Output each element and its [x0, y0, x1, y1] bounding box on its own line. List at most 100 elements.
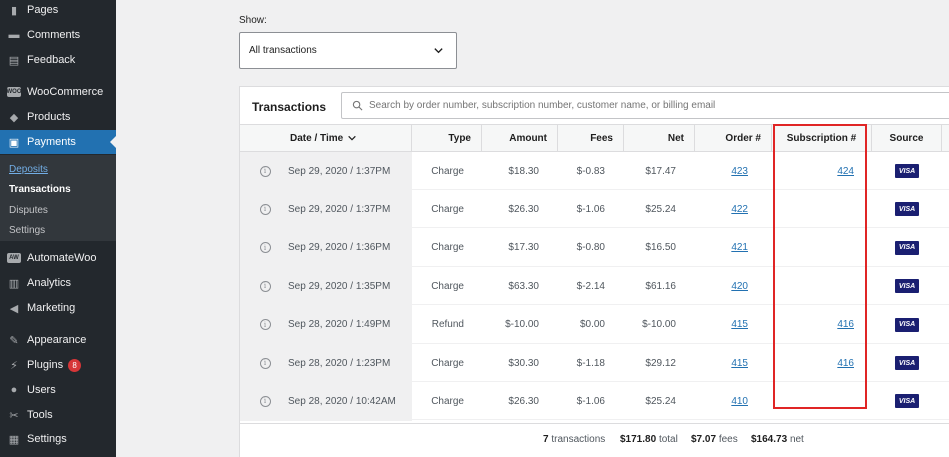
sidebar-item-woocommerce[interactable]: WOO WooCommerce [0, 80, 116, 104]
info-icon[interactable]: i [259, 319, 271, 331]
info-icon[interactable]: i [259, 165, 271, 177]
users-icon: ● [10, 384, 18, 396]
submenu-deposits[interactable]: Deposits [9, 164, 48, 175]
info-icon-cell[interactable]: i [258, 190, 272, 228]
info-icon[interactable]: i [259, 203, 271, 215]
sidebar-item-feedback[interactable]: ▤ Feedback [0, 48, 116, 72]
type-value: Charge [431, 280, 464, 292]
plugins-update-count: 8 [68, 358, 82, 372]
column-type[interactable]: Type [412, 125, 482, 151]
table-row[interactable]: i Sep 29, 2020 / 1:37PM Charge $18.30 $-0.83… [240, 152, 949, 190]
info-icon[interactable]: i [259, 357, 271, 369]
sidebar-item-payments[interactable]: ▣ Payments [0, 130, 116, 154]
type-value: Charge [431, 242, 464, 254]
visa-card-icon: VISA [895, 317, 919, 332]
cell-fees: $0.00 [558, 306, 605, 344]
plugins-icon: ⚡ [10, 359, 18, 372]
cell-order: 415 [695, 306, 748, 344]
column-net[interactable]: Net [624, 125, 695, 151]
sidebar-item-appearance[interactable]: ✎ Appearance [0, 328, 116, 352]
sidebar-item-automatewoo[interactable]: AW AutomateWoo [0, 246, 116, 270]
sidebar-item-analytics[interactable]: ▥ Analytics [0, 271, 116, 295]
sidebar-item-products[interactable]: ◆ Products [0, 105, 116, 129]
fees-value: $-0.83 [576, 165, 605, 177]
date-value: Sep 29, 2020 / 1:35PM [288, 280, 391, 292]
column-fees[interactable]: Fees [558, 125, 624, 151]
submenu-disputes[interactable]: Disputes [9, 205, 48, 216]
cell-date: Sep 29, 2020 / 1:37PM [288, 152, 412, 190]
sidebar-item-label: WooCommerce [27, 86, 104, 98]
cell-subscription: 424 [772, 152, 854, 190]
table-row[interactable]: i Sep 28, 2020 / 1:23PM Charge $30.30 $-1.18… [240, 344, 949, 382]
filter-selected-value: All transactions [249, 45, 317, 56]
table-row[interactable]: i Sep 29, 2020 / 1:37PM Charge $26.30 $-1.06… [240, 190, 949, 229]
cell-net: $29.12 [624, 344, 676, 382]
order-link[interactable]: 420 [731, 281, 748, 292]
info-icon-cell[interactable]: i [258, 267, 272, 305]
table-row[interactable]: i Sep 29, 2020 / 1:36PM Charge $17.30 $-0.80… [240, 229, 949, 267]
column-subscription[interactable]: Subscription # [772, 125, 872, 151]
info-icon-cell[interactable]: i [258, 344, 272, 382]
fees-value: $-0.80 [576, 242, 605, 254]
sidebar-item-label: Marketing [27, 302, 76, 314]
sidebar-item-marketing[interactable]: ◀ Marketing [0, 296, 116, 320]
sidebar-item-settings[interactable]: ▦ Settings [0, 427, 116, 451]
table-summary: 7 transactions $171.80 total $7.07 fees … [240, 423, 949, 453]
sidebar-item-users[interactable]: ● Users [0, 378, 116, 402]
type-value: Charge [431, 395, 464, 407]
cell-type: Charge [412, 267, 464, 305]
table-row[interactable]: i Sep 28, 2020 / 1:49PM Refund $-10.00 $0.00… [240, 306, 949, 344]
subscription-link[interactable]: 416 [837, 319, 854, 330]
cell-subscription [772, 267, 854, 305]
marketing-icon: ◀ [9, 302, 19, 315]
cell-order: 421 [695, 229, 748, 267]
payments-icon: ▣ [8, 136, 20, 149]
cell-type: Charge [412, 190, 464, 228]
cell-subscription: 416 [772, 344, 854, 382]
submenu-transactions[interactable]: Transactions [9, 184, 71, 195]
info-icon-cell[interactable]: i [258, 152, 272, 190]
sidebar-item-label: Feedback [27, 54, 76, 66]
subscription-link[interactable]: 416 [837, 358, 854, 369]
products-icon: ◆ [9, 111, 19, 124]
order-link[interactable]: 410 [731, 396, 748, 407]
visa-card-icon: VISA [895, 356, 919, 370]
order-link[interactable]: 415 [731, 319, 748, 330]
search-icon [352, 100, 363, 111]
info-icon[interactable]: i [259, 280, 271, 292]
info-icon-cell[interactable]: i [258, 306, 272, 344]
sidebar-item-plugins[interactable]: ⚡ Plugins 8 [0, 353, 116, 377]
net-value: $-10.00 [642, 319, 676, 331]
column-source[interactable]: Source [872, 125, 942, 151]
table-row[interactable]: i Sep 29, 2020 / 1:35PM Charge $63.30 $-2.14… [240, 267, 949, 306]
amount-value: $26.30 [508, 395, 539, 407]
cell-amount: $-10.00 [482, 306, 539, 344]
cell-amount: $17.30 [482, 229, 539, 267]
column-date-time[interactable]: Date / Time [240, 125, 412, 151]
summary-fees: $7.07 fees [691, 434, 738, 445]
sidebar-item-comments[interactable]: ▬ Comments [0, 23, 116, 47]
cell-amount: $26.30 [482, 190, 539, 228]
table-row[interactable]: i Sep 28, 2020 / 10:42AM Charge $26.30 $-1.0… [240, 382, 949, 421]
sidebar-item-label: Payments [27, 136, 76, 148]
info-icon[interactable]: i [259, 395, 271, 407]
info-icon-cell[interactable]: i [258, 382, 272, 420]
cell-source: VISA [872, 267, 942, 305]
submenu-settings[interactable]: Settings [9, 225, 45, 236]
date-value: Sep 29, 2020 / 1:37PM [288, 203, 391, 215]
sidebar-item-tools[interactable]: ✂ Tools [0, 403, 116, 427]
search-input[interactable]: Search by order number, subscription num… [341, 92, 949, 119]
net-value: $61.16 [645, 280, 676, 292]
order-link[interactable]: 422 [731, 204, 748, 215]
info-icon-cell[interactable]: i [258, 229, 272, 267]
column-order[interactable]: Order # [695, 125, 772, 151]
column-amount[interactable]: Amount [482, 125, 558, 151]
transactions-filter-select[interactable]: All transactions [239, 32, 457, 69]
info-icon[interactable]: i [259, 242, 271, 254]
net-value: $25.24 [645, 395, 676, 407]
subscription-link[interactable]: 424 [837, 166, 854, 177]
sidebar-item-pages[interactable]: ▮ Pages [0, 0, 116, 22]
order-link[interactable]: 423 [731, 166, 748, 177]
order-link[interactable]: 421 [731, 242, 748, 253]
order-link[interactable]: 415 [731, 358, 748, 369]
